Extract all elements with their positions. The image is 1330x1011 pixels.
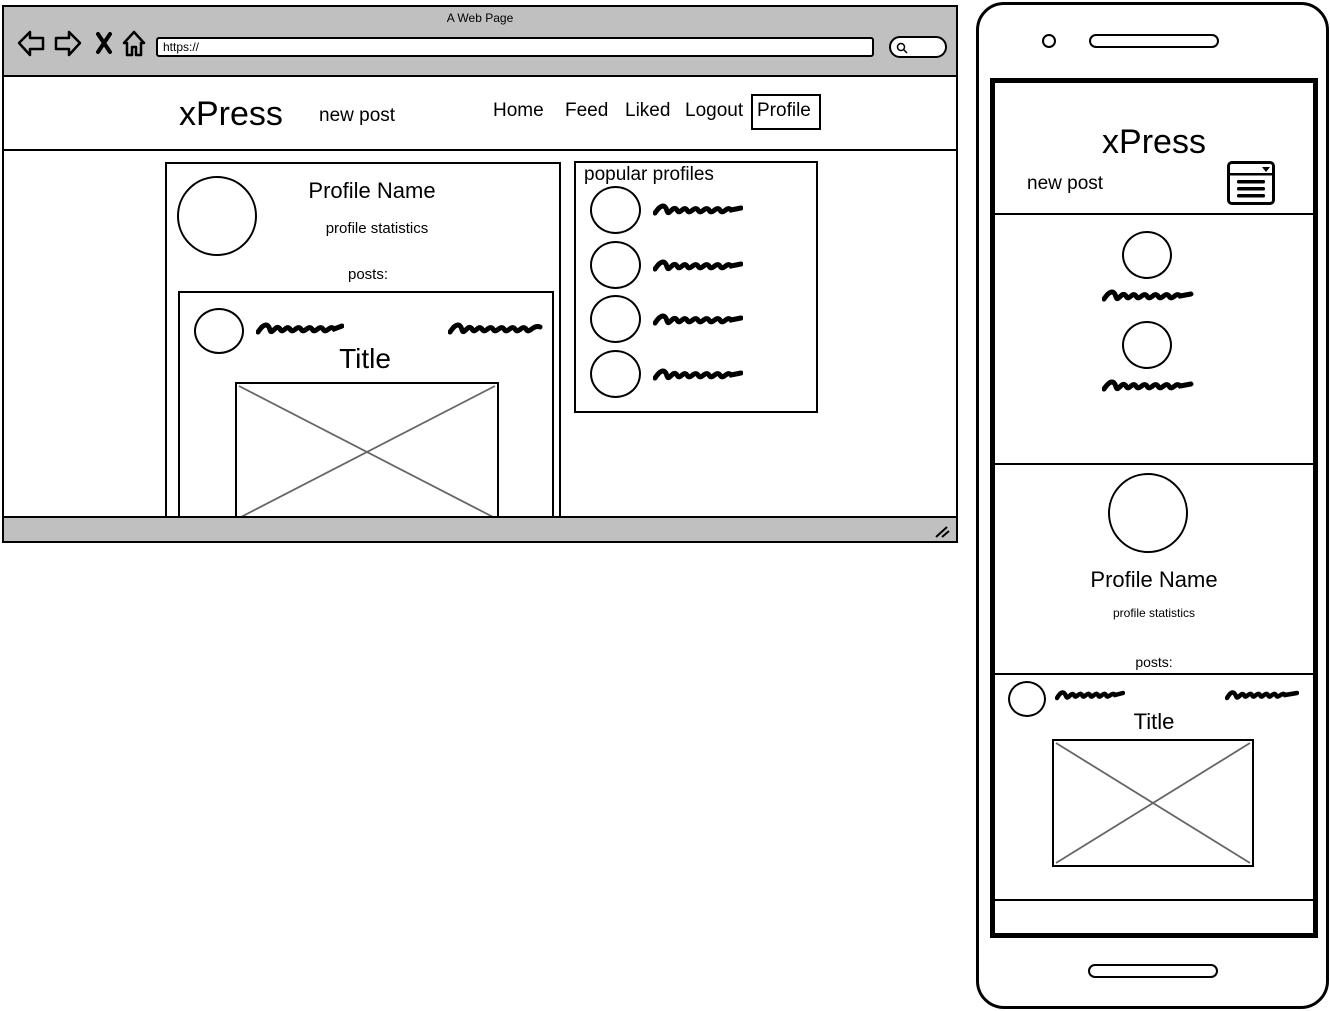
new-post-link[interactable]: new post xyxy=(319,105,395,127)
nav-home[interactable]: Home xyxy=(493,100,544,122)
popular-profile-name-scribble[interactable] xyxy=(1102,377,1194,395)
popular-profile-name-scribble[interactable] xyxy=(653,201,743,219)
phone-frame: xPress new post Profile Name profile sta… xyxy=(976,2,1329,1009)
posts-label: posts: xyxy=(347,266,389,283)
popular-profile-avatar[interactable] xyxy=(1122,321,1172,369)
profile-statistics: profile statistics xyxy=(325,220,429,237)
new-post-link[interactable]: new post xyxy=(1027,173,1103,195)
nav-liked[interactable]: Liked xyxy=(625,100,670,122)
nav-feed[interactable]: Feed xyxy=(565,100,608,122)
url-bar[interactable]: https:// xyxy=(156,37,874,57)
post-author-scribble xyxy=(1055,690,1125,701)
browser-nav-icons xyxy=(17,30,146,57)
app-header: xPress new post Home Feed Liked Logout P… xyxy=(4,79,956,151)
popular-profiles-panel: popular profiles xyxy=(574,161,818,413)
profile-card: Profile Name profile statistics posts: T… xyxy=(165,162,561,521)
profile-avatar xyxy=(177,176,257,256)
popular-profile-avatar[interactable] xyxy=(590,186,641,234)
browser-status-bar xyxy=(4,516,956,541)
resize-grip-icon[interactable] xyxy=(934,524,950,538)
nav-profile[interactable]: Profile xyxy=(751,94,821,130)
post-title: Title xyxy=(339,343,391,374)
popular-profile-avatar[interactable] xyxy=(590,295,641,343)
popular-profile-avatar[interactable] xyxy=(590,350,641,398)
browser-toolbar: A Web Page https:// xyxy=(4,7,956,77)
profile-name: Profile Name xyxy=(1090,567,1218,592)
forward-arrow-icon[interactable] xyxy=(54,30,82,57)
post-image-placeholder xyxy=(235,382,499,519)
popular-profile-avatar[interactable] xyxy=(590,241,641,289)
home-icon[interactable] xyxy=(122,30,146,57)
post-date-scribble xyxy=(1225,690,1299,701)
popular-profile-name-scribble[interactable] xyxy=(653,257,743,275)
logo[interactable]: xPress xyxy=(995,123,1313,162)
popular-profiles-title: popular profiles xyxy=(584,164,714,185)
phone-screen: xPress new post Profile Name profile sta… xyxy=(990,78,1318,938)
popular-profile-name-scribble[interactable] xyxy=(653,311,743,329)
post-date-scribble xyxy=(448,322,543,335)
post-image-placeholder xyxy=(1052,739,1254,867)
phone-home-button[interactable] xyxy=(1088,964,1218,978)
profile-name: Profile Name xyxy=(308,178,436,203)
phone-speaker xyxy=(1089,34,1219,48)
post-title: Title xyxy=(1133,709,1175,734)
post-author-scribble xyxy=(256,322,344,335)
popular-profile-name-scribble[interactable] xyxy=(1102,287,1194,305)
browser-title: A Web Page xyxy=(446,11,514,25)
profile-avatar xyxy=(1108,473,1188,553)
close-icon[interactable] xyxy=(96,32,112,54)
popular-profiles-section xyxy=(995,213,1313,465)
back-arrow-icon[interactable] xyxy=(17,30,45,57)
logo[interactable]: xPress xyxy=(179,95,283,134)
menu-button[interactable] xyxy=(1227,161,1275,205)
menu-icon xyxy=(1230,167,1272,198)
post-card[interactable]: Title xyxy=(995,673,1313,901)
post-card[interactable]: Title xyxy=(178,291,554,521)
nav-logout[interactable]: Logout xyxy=(685,100,743,122)
profile-statistics: profile statistics xyxy=(1112,606,1196,620)
popular-profile-avatar[interactable] xyxy=(1122,231,1172,279)
browser-window: A Web Page https:// xPress new post Home… xyxy=(2,5,958,543)
browser-search-button[interactable] xyxy=(889,36,947,58)
posts-label: posts: xyxy=(1135,654,1173,670)
popular-profile-name-scribble[interactable] xyxy=(653,366,743,384)
phone-camera xyxy=(1042,34,1056,48)
search-icon xyxy=(896,42,908,54)
